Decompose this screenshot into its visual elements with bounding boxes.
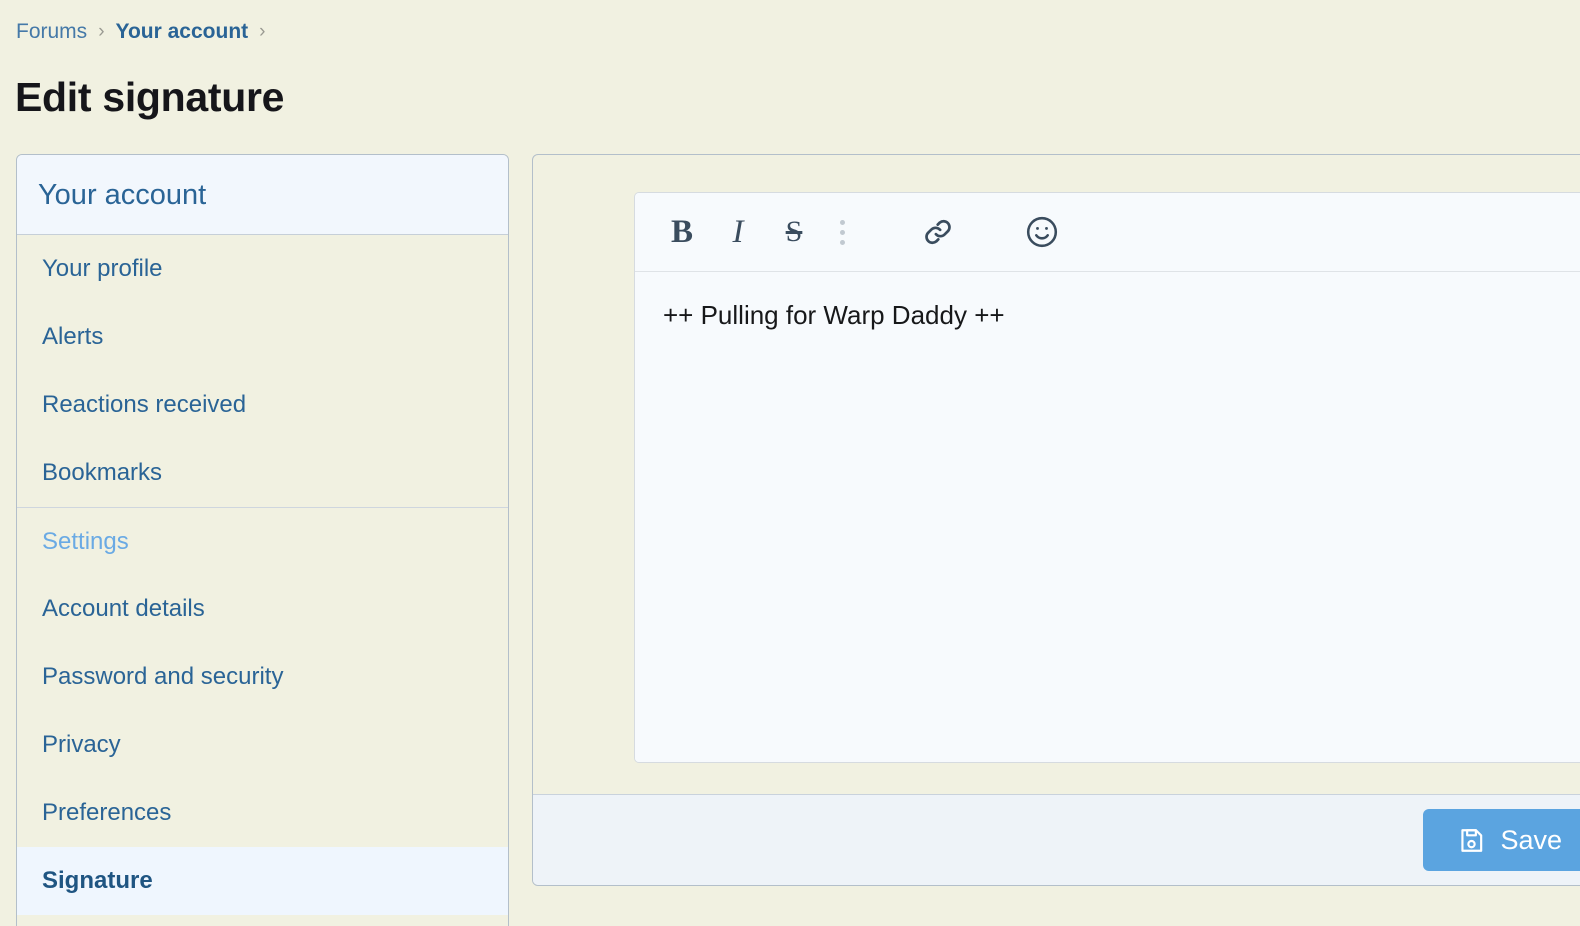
dot [839,229,845,235]
sidebar-list: Your profile Alerts Reactions received B… [17,235,508,915]
sidebar-header-label: Your account [38,178,207,211]
chevron-right-icon: › [259,21,266,42]
sidebar-item-label: Settings [42,527,129,555]
sidebar-item-account-details[interactable]: Account details [17,575,508,643]
sidebar-item-label: Password and security [42,663,284,690]
sidebar-item-label: Signature [42,867,153,894]
chevron-right-icon: › [98,21,105,42]
form-footer: Save [533,794,1580,885]
dot [839,239,845,245]
sidebar-header: Your account [17,155,508,235]
sidebar-item-label: Bookmarks [42,459,163,486]
sidebar-item-bookmarks[interactable]: Bookmarks [17,439,508,507]
italic-button[interactable]: I [715,209,761,255]
signature-editor: B I S ++ Pulling for Warp Daddy ++ [634,192,1580,763]
link-icon[interactable] [915,209,961,255]
sidebar-item-password-and-security[interactable]: Password and security [17,643,508,711]
breadcrumb-item-forums[interactable]: Forums [16,18,87,46]
floppy-disk-icon [1457,826,1486,855]
vertical-dots-icon[interactable] [827,209,857,255]
sidebar-item-settings[interactable]: Settings [17,507,508,575]
dot [839,219,845,225]
sidebar-item-label: Your profile [42,255,163,282]
page-title: Edit signature [15,74,285,120]
page-root: Forums › Your account › Edit signature Y… [0,0,1580,926]
sidebar-item-privacy[interactable]: Privacy [17,711,508,779]
sidebar-item-label: Reactions received [42,391,247,418]
breadcrumb-item-your-account[interactable]: Your account [116,18,249,46]
bold-button[interactable]: B [659,209,705,255]
signature-form-panel: B I S ++ Pulling for Warp Daddy ++ Save [532,154,1580,886]
sidebar-item-label: Account details [42,595,205,622]
sidebar-item-label: Alerts [42,323,104,350]
sidebar-item-reactions-received[interactable]: Reactions received [17,371,508,439]
sidebar-item-label: Preferences [42,799,172,826]
strikethrough-button[interactable]: S [771,209,817,255]
signature-text-area[interactable]: ++ Pulling for Warp Daddy ++ [635,272,1580,762]
save-button-label: Save [1500,824,1562,855]
smiley-icon[interactable] [1019,209,1065,255]
account-sidebar: Your account Your profile Alerts Reactio… [16,154,509,926]
sidebar-item-preferences[interactable]: Preferences [17,779,508,847]
breadcrumb: Forums › Your account › [16,18,276,46]
sidebar-item-alerts[interactable]: Alerts [17,303,508,371]
sidebar-item-your-profile[interactable]: Your profile [17,235,508,303]
save-button[interactable]: Save [1423,809,1580,871]
sidebar-item-signature[interactable]: Signature [17,847,508,915]
editor-toolbar: B I S [635,193,1580,272]
sidebar-item-label: Privacy [42,731,121,758]
